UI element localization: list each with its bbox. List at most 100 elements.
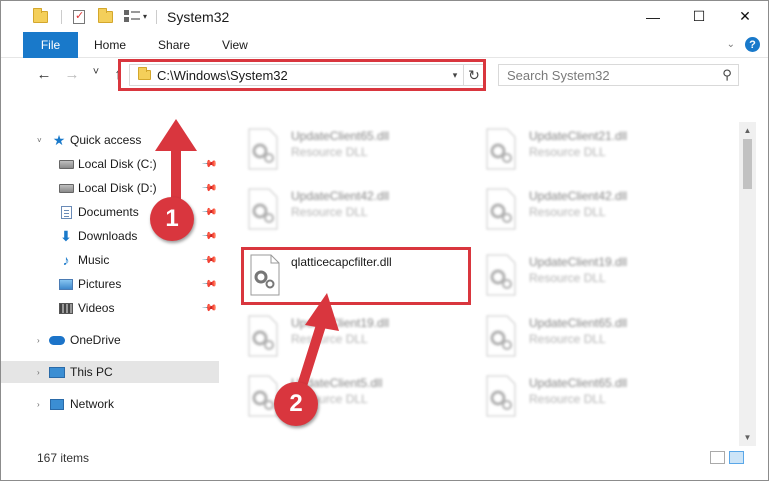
sidebar-item-videos[interactable]: Videos 📌: [1, 297, 219, 319]
help-icon[interactable]: ?: [745, 37, 760, 52]
toolbar-separator: [61, 9, 62, 24]
window-controls: — ☐ ✕: [630, 1, 768, 32]
cloud-icon: [49, 333, 65, 347]
scroll-up-icon[interactable]: ▲: [739, 122, 756, 139]
computer-icon: [49, 365, 65, 379]
sidebar-item-this-pc[interactable]: › This PC: [1, 361, 219, 383]
sidebar-item-label: Local Disk (C:): [78, 157, 157, 171]
toolbar-separator: [156, 9, 158, 24]
file-type: Resource DLL: [529, 392, 606, 406]
file-type: Resource DLL: [529, 271, 606, 285]
file-item[interactable]: UpdateClient65.dll Resource DLL: [477, 308, 707, 364]
tab-home[interactable]: Home: [78, 32, 142, 58]
network-icon: [49, 397, 65, 411]
sidebar-item-label: OneDrive: [70, 333, 121, 347]
file-name: UpdateClient65.dll: [291, 129, 390, 143]
pin-icon: 📌: [200, 227, 218, 245]
sidebar-item-label: Downloads: [78, 229, 138, 243]
file-item[interactable]: UpdateClient42.dll Resource DLL: [477, 181, 707, 237]
scroll-down-icon[interactable]: ▼: [739, 429, 756, 446]
file-name: UpdateClient65.dll: [529, 376, 628, 390]
forward-button[interactable]: →: [61, 66, 83, 83]
dll-file-icon: [486, 375, 516, 417]
step-1-marker: 1: [150, 197, 194, 241]
file-type: Resource DLL: [291, 205, 368, 219]
expand-ribbon-icon[interactable]: ⌄: [727, 39, 735, 50]
pin-icon: 📌: [200, 299, 218, 317]
tab-file[interactable]: File: [23, 31, 78, 58]
navigation-bar: ← → ˅ ↑ C:\Windows\System32 ▾ ↻ Search S…: [1, 58, 768, 93]
expand-icon[interactable]: ˅: [37, 136, 42, 145]
pin-icon: 📌: [200, 251, 218, 269]
sidebar-item-network[interactable]: › Network: [1, 393, 219, 415]
status-bar: 167 items: [1, 446, 768, 470]
details-view-icon[interactable]: [710, 451, 725, 464]
dll-file-icon: [248, 315, 278, 357]
dll-file-icon: [248, 128, 278, 170]
file-item[interactable]: UpdateClient5.dll Resource DLL: [239, 368, 469, 424]
search-icon[interactable]: ⚲: [716, 67, 738, 83]
item-count: 167 items: [37, 451, 90, 465]
drive-icon: [58, 157, 74, 171]
sidebar-item-label: Documents: [78, 205, 139, 219]
window-title: System32: [167, 8, 230, 25]
file-item[interactable]: UpdateClient65.dll Resource DLL: [239, 121, 469, 177]
large-icons-view-icon[interactable]: [729, 451, 744, 464]
maximize-button[interactable]: ☐: [676, 1, 722, 32]
properties-icon[interactable]: [73, 9, 85, 24]
expand-icon[interactable]: ›: [37, 368, 40, 377]
tab-share[interactable]: Share: [142, 32, 206, 58]
vertical-scrollbar[interactable]: ▲ ▼: [739, 122, 756, 446]
recent-locations-button[interactable]: ˅: [85, 66, 107, 78]
documents-icon: [58, 205, 74, 219]
sidebar-item-music[interactable]: ♪ Music 📌: [1, 249, 219, 271]
sidebar-item-label: Music: [78, 253, 110, 267]
expand-icon[interactable]: ›: [37, 336, 40, 345]
back-button[interactable]: ←: [33, 66, 55, 83]
file-type: Resource DLL: [529, 205, 606, 219]
file-type: Resource DLL: [529, 145, 606, 159]
search-placeholder: Search System32: [507, 67, 610, 83]
file-item[interactable]: UpdateClient19.dll Resource DLL: [477, 247, 707, 303]
sidebar-item-label: Local Disk (D:): [78, 181, 157, 195]
file-name: UpdateClient65.dll: [529, 316, 628, 330]
videos-icon: [58, 301, 74, 315]
pin-icon: 📌: [200, 203, 218, 221]
expand-icon[interactable]: ›: [37, 400, 40, 409]
file-name: UpdateClient42.dll: [291, 189, 390, 203]
sidebar-item-label: Pictures: [78, 277, 122, 291]
minimize-button[interactable]: —: [630, 1, 676, 32]
sidebar-item-pictures[interactable]: Pictures 📌: [1, 273, 219, 295]
sidebar-item-onedrive[interactable]: › OneDrive: [1, 329, 219, 351]
close-button[interactable]: ✕: [722, 1, 768, 32]
download-icon: ⬇: [60, 227, 72, 244]
file-name: UpdateClient42.dll: [529, 189, 628, 203]
pin-icon: 📌: [200, 155, 218, 173]
sidebar-item-label: This PC: [70, 365, 113, 379]
dll-file-icon: [248, 188, 278, 230]
file-type: Resource DLL: [291, 145, 368, 159]
folder-icon: [33, 7, 48, 23]
dll-file-icon: [486, 315, 516, 357]
file-item[interactable]: UpdateClient65.dll Resource DLL: [477, 368, 707, 424]
star-icon: ★: [52, 131, 66, 148]
dll-file-icon: [486, 188, 516, 230]
customize-toolbar-icon[interactable]: ▾: [143, 12, 147, 21]
pictures-icon: [58, 277, 74, 291]
view-options-icon[interactable]: [124, 10, 140, 23]
explorer-window: ▾ System32 — ☐ ✕ File Home Share View ⌄ …: [0, 0, 769, 481]
new-folder-icon[interactable]: [98, 7, 113, 23]
tab-view[interactable]: View: [206, 32, 264, 58]
file-item[interactable]: UpdateClient42.dll Resource DLL: [239, 181, 469, 237]
file-highlight-box: [241, 247, 471, 305]
sidebar-item-label: Quick access: [70, 133, 142, 147]
title-bar: ▾ System32 — ☐ ✕: [1, 1, 768, 32]
file-item[interactable]: UpdateClient19.dll Resource DLL: [239, 308, 469, 364]
search-input[interactable]: Search System32 ⚲: [498, 64, 739, 86]
scrollbar-thumb[interactable]: [743, 139, 752, 189]
ribbon-tabs: File Home Share View ⌄ ?: [1, 31, 768, 58]
file-item[interactable]: UpdateClient21.dll Resource DLL: [477, 121, 707, 177]
music-icon: ♪: [62, 252, 70, 268]
file-name: UpdateClient19.dll: [529, 255, 628, 269]
file-name: UpdateClient21.dll: [529, 129, 628, 143]
